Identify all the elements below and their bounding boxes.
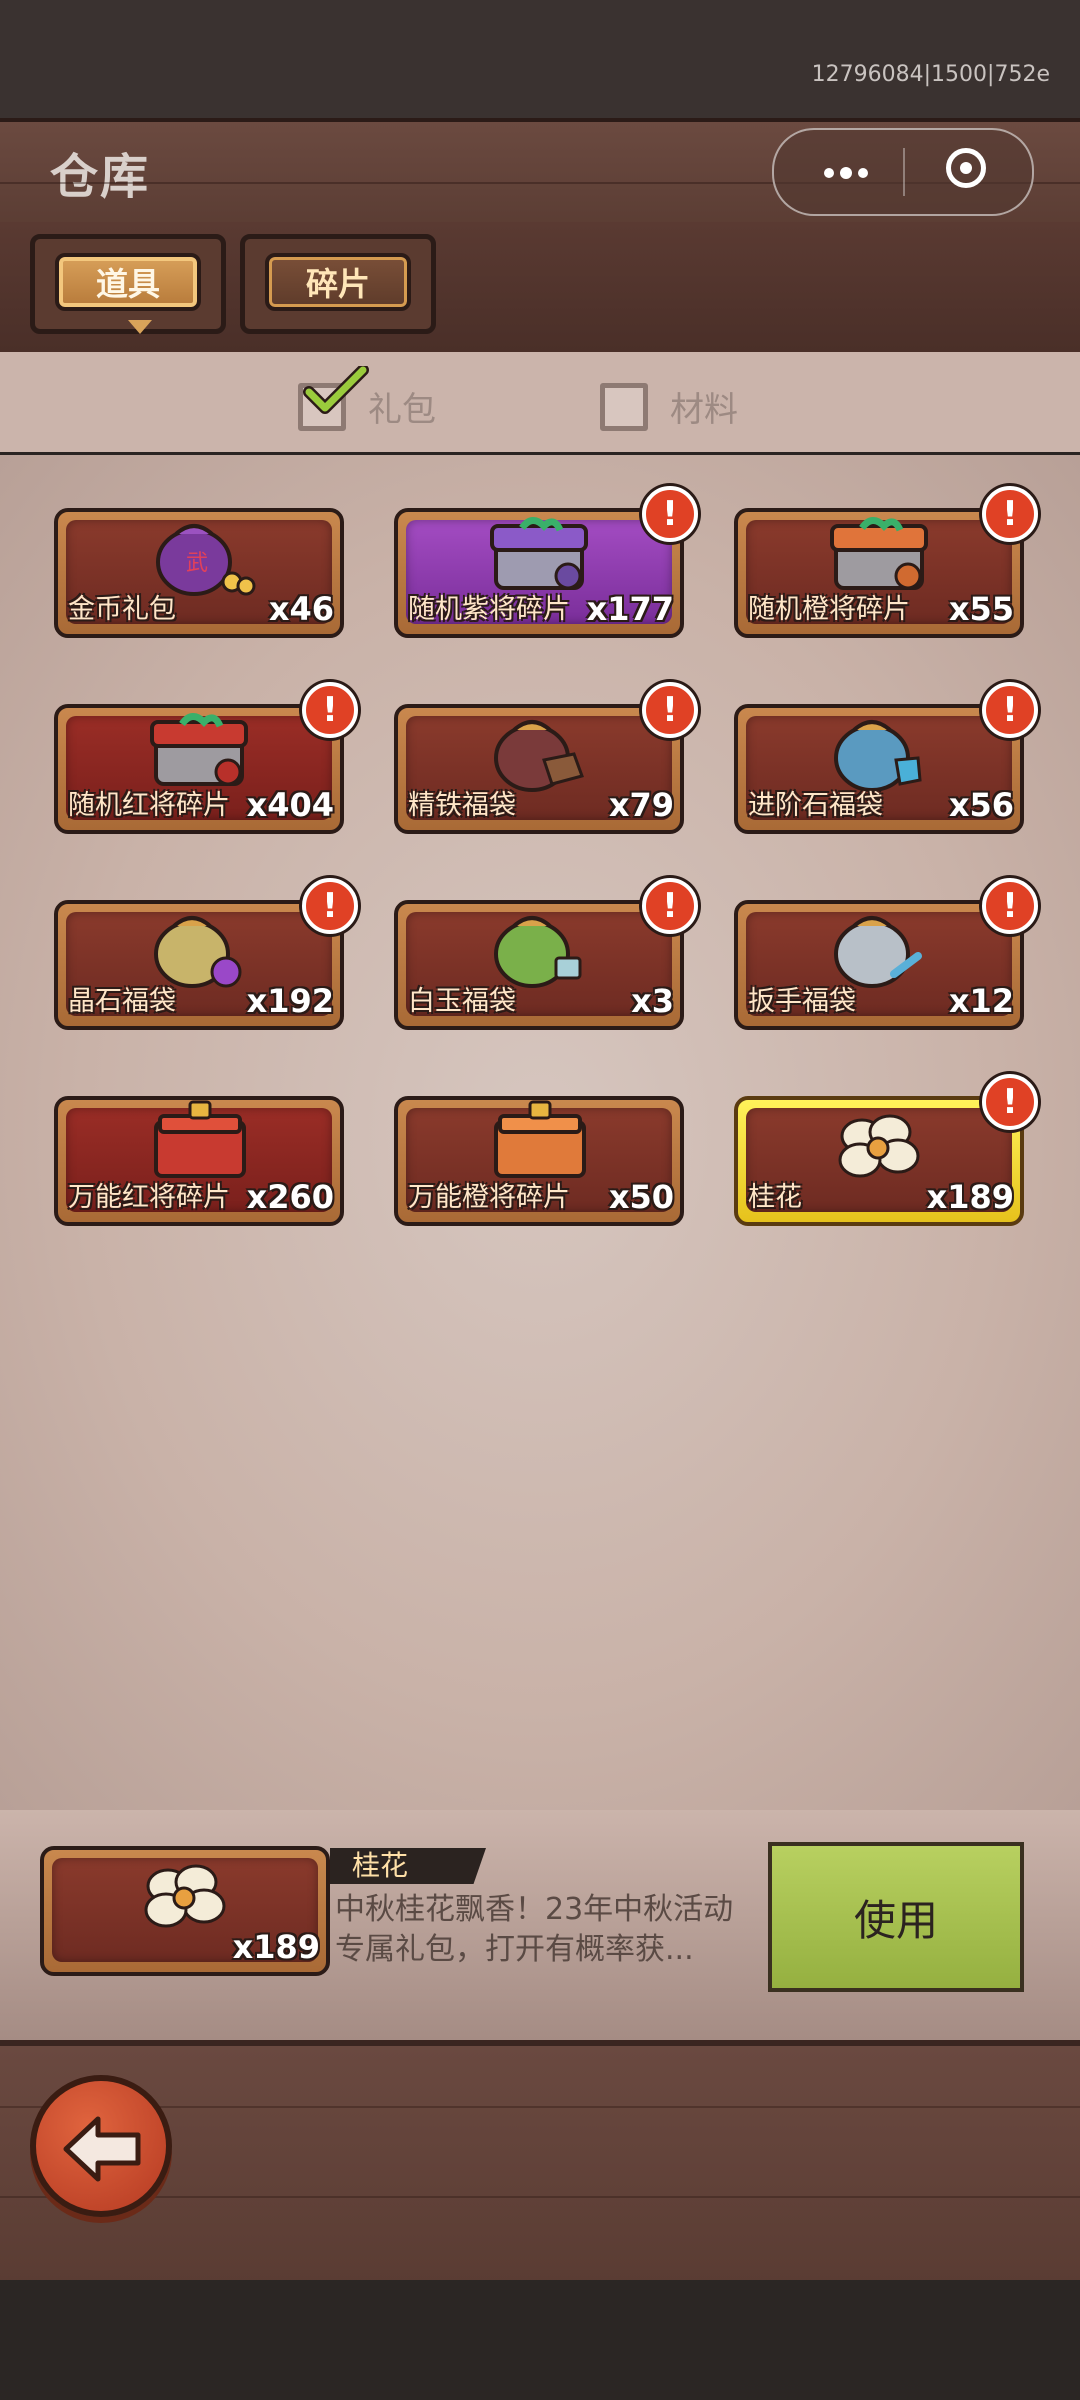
- checkbox-checked-icon[interactable]: [298, 365, 369, 431]
- checkmark-icon: [303, 365, 369, 414]
- filter-materials-label: 材料: [670, 390, 738, 430]
- inventory-item[interactable]: ! 随机红将碎片 x404: [54, 682, 358, 836]
- item-label: 晶石福袋: [68, 986, 176, 1017]
- ellipsis-icon[interactable]: [810, 152, 880, 192]
- back-button[interactable]: [30, 2075, 172, 2217]
- item-label: 白玉福袋: [408, 986, 516, 1017]
- item-count: x12: [948, 982, 1014, 1020]
- item-count: x404: [246, 786, 334, 824]
- item-label: 万能红将碎片: [68, 1182, 230, 1213]
- selected-item-preview: x189: [40, 1838, 330, 1978]
- iron-bag-icon: [494, 720, 584, 792]
- alert-badge-icon: !: [642, 486, 698, 542]
- back-arrow-icon: [63, 2116, 141, 2182]
- inventory-item[interactable]: ! 进阶石福袋 x56: [734, 682, 1038, 836]
- item-label: 进阶石福袋: [748, 790, 883, 821]
- tab-fragments-label: 碎片: [265, 253, 411, 311]
- coin-bag-icon: 武: [156, 524, 256, 596]
- inventory-item[interactable]: ! 晶石福袋 x192: [54, 878, 358, 1032]
- alert-badge-icon: !: [642, 878, 698, 934]
- inventory-item[interactable]: 万能橙将碎片 x50: [394, 1088, 684, 1228]
- selected-item-description: 中秋桂花飘香！23年中秋活动专属礼包，打开有概率获...: [335, 1892, 734, 1967]
- selected-item-name: 桂花: [352, 1849, 409, 1882]
- inventory-item[interactable]: 万能红将碎片 x260: [54, 1088, 344, 1228]
- filter-gift-pack-label: 礼包: [368, 390, 436, 430]
- alert-badge-icon: !: [642, 682, 698, 738]
- tab-items[interactable]: 道具: [30, 234, 226, 334]
- system-nav-area: [0, 2280, 1080, 2400]
- use-button[interactable]: 使用: [768, 1842, 1024, 1992]
- build-id: 12796084|1500|752e: [811, 62, 1050, 87]
- item-count: x192: [246, 982, 334, 1020]
- inventory-item[interactable]: 武 金币礼包 x46: [54, 500, 344, 640]
- svg-text:武: 武: [186, 551, 208, 576]
- item-label: 万能橙将碎片: [408, 1182, 570, 1213]
- item-count: x177: [586, 590, 674, 628]
- tab-items-label: 道具: [55, 253, 201, 311]
- status-bar: 12796084|1500|752e: [0, 0, 1080, 120]
- item-label: 金币礼包: [68, 594, 176, 625]
- inventory-item[interactable]: ! 随机紫将碎片 x177: [394, 486, 698, 640]
- inventory-item[interactable]: ! 白玉福袋 x3: [394, 878, 698, 1032]
- inventory-item[interactable]: ! 随机橙将碎片 x55: [734, 486, 1038, 640]
- item-label: 随机橙将碎片: [748, 594, 910, 625]
- filter-gift-pack[interactable]: 礼包: [298, 365, 436, 431]
- osmanthus-icon: [838, 1114, 920, 1178]
- stone-bag-icon: [834, 720, 922, 792]
- alert-badge-icon: !: [982, 682, 1038, 738]
- item-label: 随机紫将碎片: [408, 594, 570, 625]
- inventory-item[interactable]: ! 精铁福袋 x79: [394, 682, 698, 836]
- item-label: 桂花: [748, 1182, 802, 1213]
- red-box-icon: [154, 1100, 246, 1178]
- item-label: 扳手福袋: [748, 986, 856, 1017]
- crystal-bag-icon: [154, 916, 242, 988]
- checkbox-unchecked-icon[interactable]: [600, 382, 648, 431]
- item-count: x189: [926, 1178, 1014, 1216]
- active-tab-indicator: [128, 320, 152, 334]
- alert-badge-icon: !: [982, 1074, 1038, 1130]
- osmanthus-icon: [144, 1864, 226, 1928]
- orange-chest-icon: [830, 517, 928, 590]
- item-count: x55: [948, 590, 1014, 628]
- filter-bar: 礼包 材料: [0, 352, 1080, 452]
- item-count: x56: [948, 786, 1014, 824]
- item-count: x3: [631, 982, 674, 1020]
- target-close-icon[interactable]: [946, 148, 986, 188]
- item-detail-panel: x189 桂花 中秋桂花飘香！23年中秋活动专属礼包，打开有概率获... 使用: [0, 1810, 1080, 2040]
- item-count: x79: [608, 786, 674, 824]
- miniprogram-capsule: [772, 128, 1034, 216]
- item-count: x46: [268, 590, 334, 628]
- inventory-item[interactable]: ! 扳手福袋 x12: [734, 878, 1038, 1032]
- alert-badge-icon: !: [982, 878, 1038, 934]
- wrench-bag-icon: [834, 916, 922, 988]
- jade-bag-icon: [494, 916, 582, 988]
- alert-badge-icon: !: [982, 486, 1038, 542]
- orange-box-icon: [494, 1100, 586, 1178]
- purple-chest-icon: [490, 517, 588, 590]
- item-count: x50: [608, 1178, 674, 1216]
- inventory-item-selected[interactable]: ! 桂花 x189: [734, 1074, 1038, 1228]
- tab-fragments[interactable]: 碎片: [240, 234, 436, 334]
- alert-badge-icon: !: [302, 878, 358, 934]
- page-title: 仓库: [50, 149, 151, 205]
- alert-badge-icon: !: [302, 682, 358, 738]
- item-count: x260: [246, 1178, 334, 1216]
- selected-item-count: x189: [232, 1928, 320, 1966]
- selected-item-name-tag: 桂花: [330, 1848, 486, 1884]
- filter-materials[interactable]: 材料: [600, 382, 738, 431]
- red-chest-icon: [150, 713, 248, 786]
- item-label: 精铁福袋: [408, 790, 516, 821]
- tab-bar: 道具 碎片: [0, 222, 1080, 358]
- item-label: 随机红将碎片: [68, 790, 230, 821]
